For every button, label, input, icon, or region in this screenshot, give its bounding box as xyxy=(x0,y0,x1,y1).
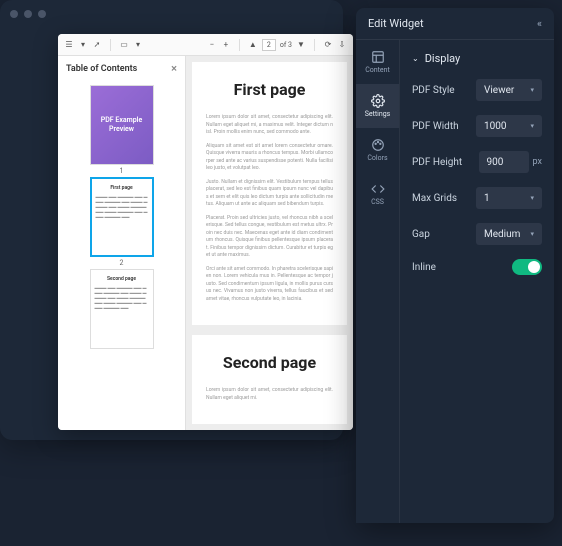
toc-panel: Table of Contents × PDF Example Preview … xyxy=(58,56,186,430)
settings-tabs: Content Settings Colors CSS xyxy=(356,40,400,523)
layout-icon[interactable]: ▭ xyxy=(119,40,129,50)
tab-content[interactable]: Content xyxy=(356,40,399,84)
traffic-light-minimize[interactable] xyxy=(24,10,32,18)
thumbnail[interactable]: First page ▬▬▬ ▬▬ ▬▬▬▬ ▬▬ ▬▬▬ ▬▬▬▬ ▬▬ ▬▬… xyxy=(90,177,154,267)
pdf-toolbar: ☰ ▾ ➚ ▭ ▾ − + ▲ 2 of 3 ▼ ⟳ ⇩ xyxy=(58,34,353,56)
chevron-down-icon: ▾ xyxy=(530,86,534,94)
download-icon[interactable]: ⇩ xyxy=(337,40,347,50)
gap-select[interactable]: Medium ▾ xyxy=(476,223,542,245)
page-view[interactable]: First page Lorem ipsum dolor sit amet, c… xyxy=(186,56,353,430)
thumb-page: First page ▬▬▬ ▬▬ ▬▬▬▬ ▬▬ ▬▬▬ ▬▬▬▬ ▬▬ ▬▬… xyxy=(90,177,154,257)
traffic-light-close[interactable] xyxy=(10,10,18,18)
edit-widget-panel: Edit Widget « Content Settings Colors xyxy=(356,8,554,523)
window-titlebar xyxy=(0,0,343,28)
toc-title: Table of Contents xyxy=(66,64,137,74)
content-icon xyxy=(371,50,385,64)
page-up-icon[interactable]: ▲ xyxy=(248,40,258,50)
pdf-page: Second page Lorem ipsum dolor sit amet, … xyxy=(192,335,347,424)
chevron-down-icon: ⌄ xyxy=(412,54,419,63)
rotate-icon[interactable]: ⟳ xyxy=(323,40,333,50)
label-gap: Gap xyxy=(412,229,430,240)
panel-title: Edit Widget xyxy=(368,17,424,30)
traffic-light-zoom[interactable] xyxy=(38,10,46,18)
label-inline: Inline xyxy=(412,262,436,273)
page-heading: Second page xyxy=(206,351,333,375)
page-down-icon[interactable]: ▼ xyxy=(296,40,306,50)
tab-colors[interactable]: Colors xyxy=(356,128,399,172)
zoom-out-icon[interactable]: − xyxy=(207,40,217,50)
thumb-page: Second page ▬▬▬ ▬▬ ▬▬▬▬ ▬▬ ▬▬▬ ▬▬▬▬ ▬▬ ▬… xyxy=(90,269,154,349)
chevron-down-icon: ▾ xyxy=(530,230,534,238)
close-icon[interactable]: × xyxy=(171,62,177,75)
page-heading: First page xyxy=(206,78,333,102)
label-max-grids: Max Grids xyxy=(412,193,457,204)
label-pdf-width: PDF Width xyxy=(412,121,459,132)
pdf-height-input[interactable]: 900 xyxy=(479,151,529,173)
app-window: ☰ ▾ ➚ ▭ ▾ − + ▲ 2 of 3 ▼ ⟳ ⇩ xyxy=(0,0,343,440)
pdf-page: First page Lorem ipsum dolor sit amet, c… xyxy=(192,62,347,325)
page-number-input[interactable]: 2 xyxy=(262,39,276,51)
max-grids-select[interactable]: 1 ▾ xyxy=(476,187,542,209)
pdf-style-select[interactable]: Viewer ▾ xyxy=(476,79,542,101)
palette-icon xyxy=(371,138,385,152)
collapse-icon[interactable]: « xyxy=(537,17,542,30)
inline-toggle[interactable] xyxy=(512,259,542,275)
chevron-down-icon[interactable]: ▾ xyxy=(133,40,143,50)
zoom-in-icon[interactable]: + xyxy=(221,40,231,50)
chevron-down-icon: ▾ xyxy=(530,122,534,130)
sidebar-toggle-icon[interactable]: ☰ xyxy=(64,40,74,50)
tab-settings[interactable]: Settings xyxy=(356,84,399,128)
filter-icon[interactable]: ▾ xyxy=(78,40,88,50)
chevron-down-icon: ▾ xyxy=(530,194,534,202)
settings-form: ⌄ Display PDF Style Viewer ▾ PDF Width 1… xyxy=(400,40,554,523)
pdf-width-input[interactable]: 1000 ▾ xyxy=(476,115,542,137)
arrow-icon[interactable]: ➚ xyxy=(92,40,102,50)
code-icon xyxy=(371,182,385,196)
section-display[interactable]: ⌄ Display xyxy=(412,52,542,65)
thumb-cover: PDF Example Preview xyxy=(90,85,154,165)
gear-icon xyxy=(371,94,385,108)
thumbnail[interactable]: PDF Example Preview 1 xyxy=(90,85,154,175)
label-pdf-style: PDF Style xyxy=(412,85,455,96)
pdf-viewer: ☰ ▾ ➚ ▭ ▾ − + ▲ 2 of 3 ▼ ⟳ ⇩ xyxy=(58,34,353,430)
page-total: of 3 xyxy=(280,41,292,49)
label-pdf-height: PDF Height xyxy=(412,157,462,168)
panel-header: Edit Widget « xyxy=(356,8,554,40)
unit-px: px xyxy=(533,157,542,167)
thumbnail[interactable]: Second page ▬▬▬ ▬▬ ▬▬▬▬ ▬▬ ▬▬▬ ▬▬▬▬ ▬▬ ▬… xyxy=(90,269,154,351)
tab-css[interactable]: CSS xyxy=(356,172,399,216)
